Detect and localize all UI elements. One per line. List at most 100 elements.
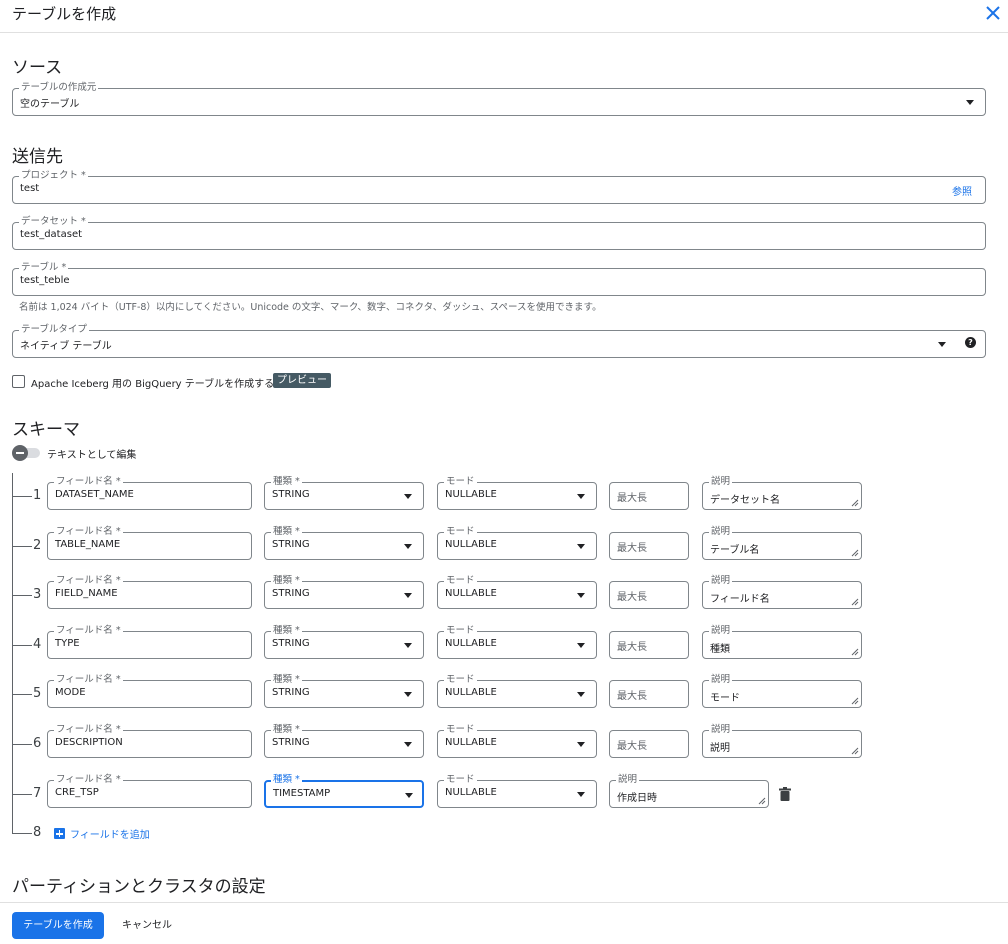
max-length-input[interactable]: 最大長 [609,730,689,758]
field-name-input[interactable]: フィールド名 * DATASET_NAME [47,476,252,510]
type-select[interactable]: 種類 * STRING [264,575,424,609]
row-number: 3 [33,587,42,602]
row-number: 6 [33,736,42,751]
field-name-input[interactable]: フィールド名 * CRE_TSP [47,774,252,808]
resize-handle-icon[interactable] [851,549,859,557]
description-textarea[interactable]: 説明 作成日時 [609,774,769,808]
description-textarea[interactable]: 説明 モード [702,674,862,708]
description-textarea[interactable]: 説明 説明 [702,724,862,758]
resize-handle-icon[interactable] [758,797,766,805]
table-type-select[interactable]: テーブルタイプ ネイティブ テーブル [12,324,986,358]
iceberg-checkbox[interactable] [12,375,25,388]
dropdown-arrow-icon [404,593,412,598]
dataset-label: データセット * [19,216,88,228]
type-label: 種類 * [271,476,302,488]
description-label: 説明 [709,625,733,637]
tree-connector [12,794,32,795]
resize-handle-icon[interactable] [851,648,859,656]
field-name-value: DESCRIPTION [55,737,123,748]
mode-value: NULLABLE [445,489,497,500]
dropdown-arrow-icon [404,643,412,648]
edit-as-text-toggle[interactable] [12,445,42,461]
project-label: プロジェクト * [19,170,88,182]
tree-connector [12,496,32,497]
type-value: STRING [272,687,310,698]
field-name-input[interactable]: フィールド名 * TABLE_NAME [47,526,252,560]
type-value: STRING [272,489,310,500]
field-name-input[interactable]: フィールド名 * FIELD_NAME [47,575,252,609]
mode-select[interactable]: モード NULLABLE [437,774,597,808]
max-length-input[interactable]: 最大長 [609,532,689,560]
field-name-value: TABLE_NAME [55,539,121,550]
max-length-placeholder: 最大長 [617,543,647,554]
description-value: テーブル名 [710,545,760,556]
tree-connector [12,546,32,547]
type-select[interactable]: 種類 * TIMESTAMP [264,774,424,808]
add-field-label: フィールドを追加 [70,830,150,841]
field-name-input[interactable]: フィールド名 * MODE [47,674,252,708]
mode-select[interactable]: モード NULLABLE [437,526,597,560]
delete-icon[interactable] [779,787,791,801]
description-value: モード [710,693,740,704]
mode-select[interactable]: モード NULLABLE [437,625,597,659]
description-label: 説明 [709,476,733,488]
description-textarea[interactable]: 説明 データセット名 [702,476,862,510]
add-field-button[interactable]: フィールドを追加 [54,826,150,841]
mode-label: モード [444,724,477,736]
browse-link[interactable]: 参照 [952,183,972,198]
type-select[interactable]: 種類 * STRING [264,724,424,758]
resize-handle-icon[interactable] [851,499,859,507]
field-name-input[interactable]: フィールド名 * TYPE [47,625,252,659]
cancel-button[interactable]: キャンセル [122,912,172,939]
field-name-value: FIELD_NAME [55,588,118,599]
max-length-input[interactable]: 最大長 [609,680,689,708]
schema-tree-line [12,473,13,833]
resize-handle-icon[interactable] [851,697,859,705]
type-select[interactable]: 種類 * STRING [264,674,424,708]
type-label: 種類 * [271,674,302,686]
mode-select[interactable]: モード NULLABLE [437,674,597,708]
description-textarea[interactable]: 説明 フィールド名 [702,575,862,609]
row-number: 2 [33,538,42,553]
table-label: テーブル * [19,262,69,274]
max-length-placeholder: 最大長 [617,592,647,603]
description-label: 説明 [709,575,733,587]
dataset-field[interactable]: データセット * test_dataset [12,216,986,250]
close-icon[interactable] [984,4,1002,22]
description-textarea[interactable]: 説明 テーブル名 [702,526,862,560]
max-length-input[interactable]: 最大長 [609,631,689,659]
resize-handle-icon[interactable] [851,598,859,606]
mode-value: NULLABLE [445,638,497,649]
project-field[interactable]: プロジェクト * test 参照 [12,170,986,204]
max-length-placeholder: 最大長 [617,493,647,504]
field-name-input[interactable]: フィールド名 * DESCRIPTION [47,724,252,758]
mode-select[interactable]: モード NULLABLE [437,575,597,609]
description-value: データセット名 [710,495,780,506]
type-select[interactable]: 種類 * STRING [264,476,424,510]
toggle-knob-icon [12,445,28,461]
create-table-button[interactable]: テーブルを作成 [12,912,104,939]
max-length-placeholder: 最大長 [617,642,647,653]
description-textarea[interactable]: 説明 種類 [702,625,862,659]
max-length-placeholder: 最大長 [617,741,647,752]
resize-handle-icon[interactable] [851,747,859,755]
type-select[interactable]: 種類 * STRING [264,625,424,659]
max-length-input[interactable]: 最大長 [609,581,689,609]
mode-select[interactable]: モード NULLABLE [437,724,597,758]
create-from-select[interactable]: テーブルの作成元 空のテーブル [12,82,986,116]
field-name-label: フィールド名 * [54,476,123,488]
partition-section-title: パーティションとクラスタの設定 [12,877,266,897]
table-type-value: ネイティブ テーブル [20,341,112,352]
table-field[interactable]: テーブル * test_teble [12,262,986,296]
dropdown-arrow-icon [404,544,412,549]
mode-label: モード [444,526,477,538]
dataset-value: test_dataset [20,229,83,240]
row-number: 4 [33,637,42,652]
type-label: 種類 * [271,724,302,736]
type-select[interactable]: 種類 * STRING [264,526,424,560]
mode-select[interactable]: モード NULLABLE [437,476,597,510]
help-icon[interactable]: ? [965,337,976,348]
max-length-input[interactable]: 最大長 [609,482,689,510]
row-number: 5 [33,686,42,701]
preview-badge: プレビュー [273,373,331,388]
